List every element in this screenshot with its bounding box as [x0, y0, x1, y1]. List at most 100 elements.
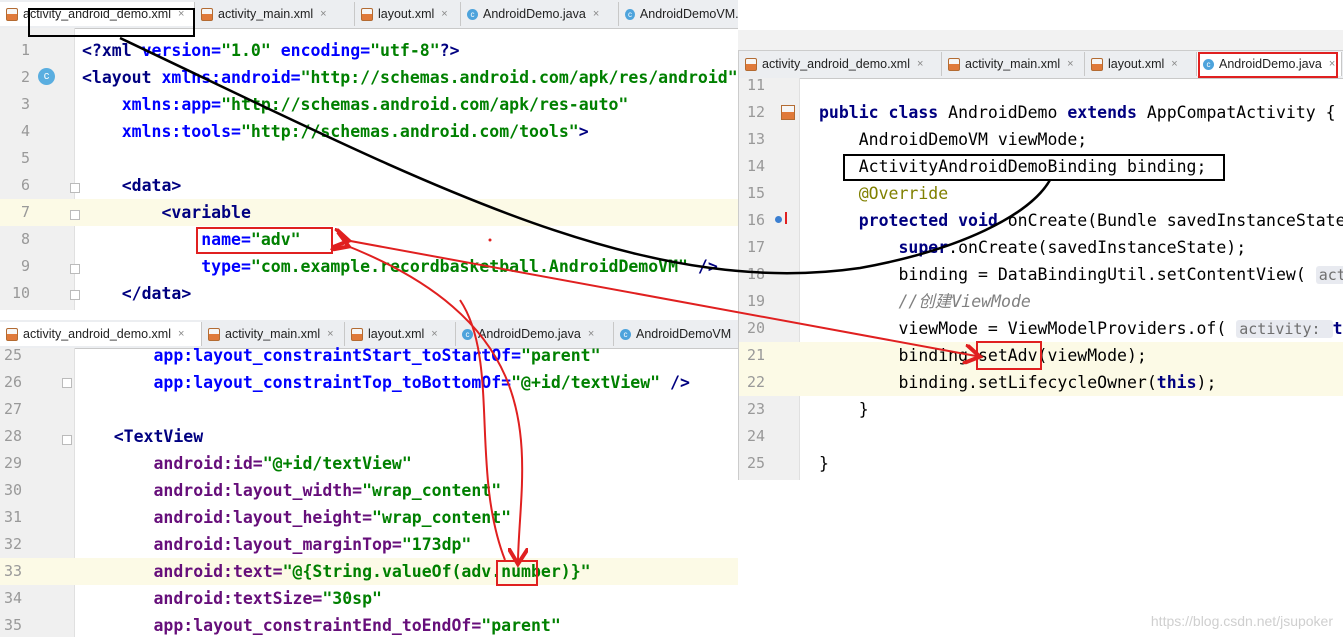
code-line: 4 xmlns:tools="http://schemas.android.co… — [0, 118, 738, 145]
code-token: <data> — [82, 176, 182, 195]
xml-file-icon — [948, 57, 960, 71]
line-number: 15 — [746, 184, 765, 202]
code-token: android:textSize= — [74, 589, 323, 608]
code-text: binding.setLifecycleOwner(this); — [819, 369, 1216, 396]
line-number: 35 — [3, 616, 22, 634]
code-token: binding — [819, 265, 969, 284]
tab-label: AndroidDemo.java — [483, 7, 586, 21]
code-line: 20 viewMode = ViewModelProviders.of( act… — [739, 315, 1343, 342]
close-icon[interactable]: × — [588, 328, 594, 340]
line-number: 29 — [3, 454, 22, 472]
code-line: 6 <data> — [0, 172, 738, 199]
close-icon[interactable]: × — [1171, 58, 1177, 70]
xml-file-icon — [745, 57, 757, 71]
code-text: <layout xmlns:android="http://schemas.an… — [82, 64, 738, 91]
xml-file-icon — [6, 7, 18, 21]
java-class-icon: c — [620, 328, 631, 340]
code-line: 27 — [0, 396, 738, 423]
override-arrow-icon — [785, 212, 787, 224]
code-token: //创建ViewMode — [819, 292, 1031, 311]
code-token: activity: — [1236, 320, 1333, 338]
tab-activity-android-demo-xml[interactable]: activity_android_demo.xml × — [0, 2, 195, 26]
override-gutter-icon — [775, 216, 782, 223]
close-icon[interactable]: × — [593, 8, 599, 20]
code-text: android:text="@{String.valueOf(adv.numbe… — [74, 558, 591, 585]
code-token: of — [1196, 319, 1217, 338]
close-icon[interactable]: × — [320, 8, 326, 20]
line-number: 28 — [3, 427, 22, 445]
code-token: super — [819, 238, 949, 257]
close-icon[interactable]: × — [431, 328, 437, 340]
code-token: "http://schemas.android.com/tools" — [240, 122, 579, 141]
tab-androiddemovm-jav[interactable]: cAndroidDemoVM.jav× — [619, 2, 738, 26]
code-token: name= — [201, 230, 251, 249]
code-line: 10 </data> — [0, 280, 738, 307]
code-token: "http://schemas.android.com/apk/res/andr… — [300, 68, 738, 87]
java-class-icon: c — [467, 8, 478, 20]
code-token: "@+id/textView" — [262, 454, 412, 473]
xml-file-icon — [208, 327, 220, 341]
xml-file-icon — [6, 327, 18, 341]
code-token: "@{String.valueOf(adv.number)}" — [282, 562, 591, 581]
line-number: 13 — [746, 130, 765, 148]
code-token: version= — [141, 41, 222, 60]
code-text: type="com.example.recordbasketball.Andro… — [82, 253, 718, 280]
xml-file-icon — [361, 7, 373, 21]
tab-activity-main-xml[interactable]: activity_main.xml × — [195, 2, 355, 26]
close-icon[interactable]: × — [178, 328, 184, 340]
line-number: 10 — [11, 284, 30, 302]
code-token: android:layout_marginTop= — [74, 535, 402, 554]
code-text: } — [819, 450, 829, 477]
xml-file-icon — [1091, 57, 1103, 71]
code-line: 28 <TextView — [0, 423, 738, 450]
tab-androiddemo-java[interactable]: c AndroidDemo.java × — [461, 2, 619, 26]
code-line: 24 — [739, 423, 1343, 450]
fold-icon — [62, 435, 72, 445]
code-token: /> — [697, 257, 718, 276]
close-icon[interactable]: × — [327, 328, 333, 340]
code-text: AndroidDemoVM viewMode; — [819, 126, 1088, 153]
code-text: <variable — [82, 199, 250, 226]
close-icon[interactable]: × — [1329, 58, 1335, 70]
right-editor: activity_android_demo.xml × activity_main.… — [738, 50, 1343, 480]
line-number: 34 — [3, 589, 22, 607]
code-line: 22 binding.setLifecycleOwner(this); — [739, 369, 1343, 396]
close-icon[interactable]: × — [1067, 58, 1073, 70]
code-token: "parent" — [481, 616, 561, 635]
code-line: 29 android:id="@+id/textView" — [0, 450, 738, 477]
code-text: app:layout_constraintTop_toBottomOf="@+i… — [74, 369, 689, 396]
tab-label: activity_main.xml — [225, 327, 321, 341]
line-number: 1 — [20, 41, 30, 59]
tab-label: AndroidDemoVM.jav — [639, 7, 738, 21]
code-token: android:layout_width= — [74, 481, 363, 500]
code-token: = ViewModelProviders. — [977, 319, 1197, 338]
line-number: 11 — [746, 76, 765, 94]
code-token: ?> — [439, 41, 460, 60]
tab-layout-xml[interactable]: layout.xml × — [355, 2, 461, 26]
tab-label: activity_android_demo.xml — [23, 7, 171, 21]
close-icon[interactable]: × — [917, 58, 923, 70]
code-token: AndroidDemo — [948, 103, 1068, 122]
line-number: 20 — [746, 319, 765, 337]
code-token: binding — [819, 373, 969, 392]
xml-file-icon — [351, 327, 363, 341]
close-icon[interactable]: × — [178, 8, 184, 20]
code-line: 16 protected void onCreate(Bundle savedI… — [739, 207, 1343, 234]
fold-icon — [62, 378, 72, 388]
java-class-icon: c — [1203, 58, 1214, 70]
code-token: > — [578, 122, 589, 141]
code-text: binding = DataBindingUtil.setContentView… — [819, 261, 1343, 289]
code-token: binding — [1126, 157, 1197, 176]
code-text: public class AndroidDemo extends AppComp… — [819, 99, 1336, 126]
line-number: 3 — [20, 95, 30, 113]
code-token: this — [1156, 373, 1197, 392]
close-icon[interactable]: × — [441, 8, 447, 20]
line-number: 25 — [3, 346, 22, 364]
code-token: xml — [101, 41, 142, 60]
code-text: android:id="@+id/textView" — [74, 450, 412, 477]
code-line: 26 app:layout_constraintTop_toBottomOf="… — [0, 369, 738, 396]
line-number: 26 — [3, 373, 22, 391]
code-text: @Override — [819, 180, 948, 207]
